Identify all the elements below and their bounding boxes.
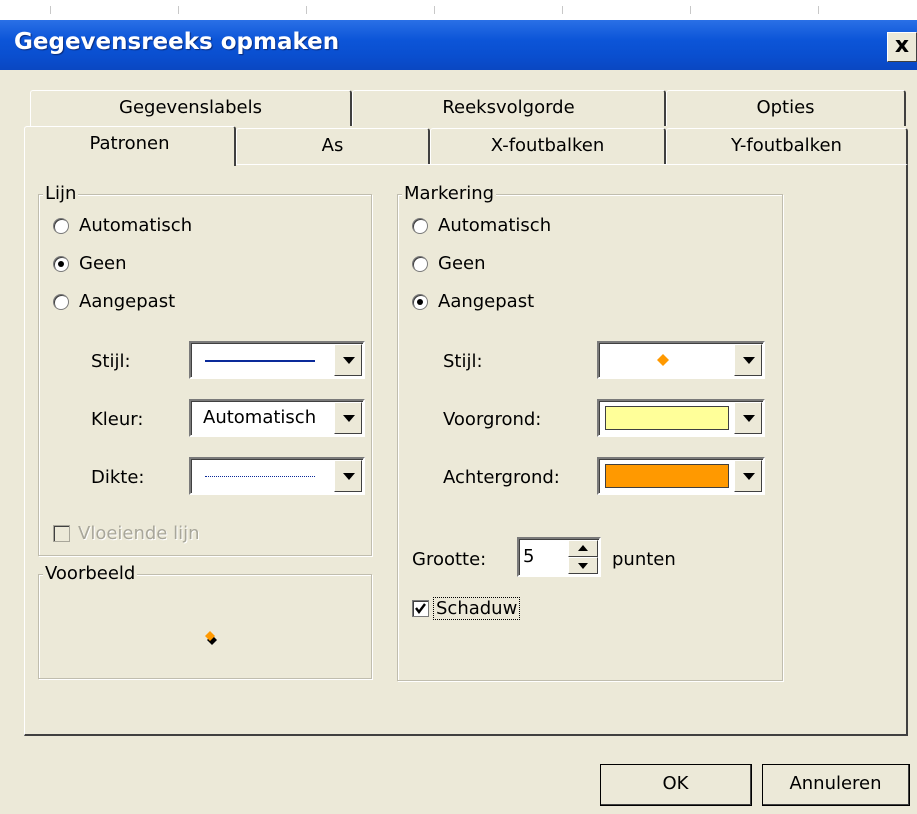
ok-button[interactable]: OK [600, 764, 752, 806]
voorgrond-label: Voorgrond: [443, 409, 542, 430]
radio-indicator[interactable] [412, 293, 428, 310]
radio-label: Geen [79, 253, 127, 274]
tab-label: Reeksvolgorde [442, 97, 575, 118]
grootte-label: Grootte: [412, 549, 487, 570]
radio-indicator[interactable] [412, 217, 428, 234]
tab-label: Gegevenslabels [119, 97, 262, 118]
chevron-down-icon[interactable] [734, 460, 762, 492]
lijn-dikte-label: Dikte: [91, 467, 145, 488]
lijn-radio-automatisch[interactable]: Automatisch [53, 215, 192, 236]
tab-patronen[interactable]: Patronen [24, 126, 236, 166]
markering-radio-automatisch[interactable]: Automatisch [412, 215, 551, 236]
lijn-dikte-dropdown[interactable] [189, 457, 365, 495]
diamond-marker-icon [657, 354, 669, 366]
close-button[interactable]: x [887, 32, 917, 62]
chevron-down-icon[interactable] [334, 402, 362, 434]
background-ruler-strip [0, 0, 917, 20]
checkbox-indicator[interactable] [412, 600, 429, 617]
voorbeeld-legend: Voorbeeld [43, 563, 138, 584]
markering-radio-geen[interactable]: Geen [412, 253, 486, 274]
schaduw-checkbox[interactable]: Schaduw [412, 597, 521, 620]
lijn-stijl-label: Stijl: [91, 351, 131, 372]
achtergrond-color-dropdown[interactable] [597, 457, 765, 495]
grootte-stepper[interactable]: 5 [517, 537, 601, 577]
radio-indicator[interactable] [53, 255, 69, 272]
radio-label: Automatisch [79, 215, 193, 236]
tab-as[interactable]: As [236, 128, 430, 164]
radio-label: Automatisch [438, 215, 552, 236]
tab-panel-patronen: Lijn Automatisch Geen Aangepast Stijl: K… [24, 164, 908, 736]
tab-label: Y-foutbalken [731, 135, 842, 156]
grootte-unit: punten [612, 549, 676, 570]
vloeiende-lijn-checkbox[interactable]: Vloeiende lijn [53, 523, 200, 544]
lijn-radio-aangepast[interactable]: Aangepast [53, 291, 175, 312]
lijn-group: Lijn Automatisch Geen Aangepast Stijl: K… [38, 183, 372, 556]
chevron-down-icon[interactable] [734, 344, 762, 376]
chevron-down-icon[interactable] [734, 402, 762, 434]
line-weight-sample [205, 476, 315, 477]
tab-reeksvolgorde[interactable]: Reeksvolgorde [352, 90, 666, 126]
window-title: Gegevensreeks opmaken [14, 29, 340, 55]
lijn-stijl-dropdown[interactable] [189, 341, 365, 379]
tab-label: As [321, 135, 344, 156]
chevron-down-icon [578, 563, 588, 569]
markering-group: Markering Automatisch Geen Aangepast Sti… [397, 183, 783, 681]
tab-label: Opties [756, 97, 815, 118]
radio-label: Aangepast [79, 291, 176, 312]
checkbox-indicator[interactable] [53, 525, 70, 542]
cancel-button[interactable]: Annuleren [762, 764, 910, 806]
chevron-down-icon[interactable] [334, 460, 362, 492]
tab-y-foutbalken[interactable]: Y-foutbalken [666, 128, 908, 164]
markering-radio-aangepast[interactable]: Aangepast [412, 291, 534, 312]
achtergrond-swatch [605, 464, 729, 488]
markering-stijl-dropdown[interactable] [597, 341, 765, 379]
lijn-kleur-label: Kleur: [91, 409, 144, 430]
radio-indicator[interactable] [53, 217, 69, 234]
tab-label: Patronen [89, 133, 170, 154]
chevron-up-icon [578, 545, 588, 551]
stepper-down-button[interactable] [568, 557, 598, 574]
checkbox-label: Vloeiende lijn [78, 523, 200, 544]
radio-indicator[interactable] [53, 293, 69, 310]
line-style-sample [205, 360, 315, 362]
chevron-down-icon[interactable] [334, 344, 362, 376]
radio-label: Aangepast [438, 291, 535, 312]
grootte-value[interactable]: 5 [523, 546, 534, 567]
checkbox-label: Schaduw [433, 597, 521, 620]
achtergrond-label: Achtergrond: [443, 467, 560, 488]
stepper-up-button[interactable] [568, 540, 598, 557]
radio-indicator[interactable] [412, 255, 428, 272]
lijn-radio-geen[interactable]: Geen [53, 253, 127, 274]
tab-opties[interactable]: Opties [666, 90, 906, 126]
voorgrond-swatch [605, 406, 729, 430]
markering-legend: Markering [402, 183, 497, 204]
radio-label: Geen [438, 253, 486, 274]
voorbeeld-group: Voorbeeld [38, 563, 372, 679]
tab-label: X-foutbalken [490, 135, 605, 156]
tab-gegevenslabels[interactable]: Gegevenslabels [30, 90, 352, 126]
markering-stijl-label: Stijl: [443, 351, 483, 372]
lijn-kleur-dropdown[interactable]: Automatisch [189, 399, 365, 437]
voorgrond-color-dropdown[interactable] [597, 399, 765, 437]
preview-marker-icon [205, 631, 217, 645]
lijn-legend: Lijn [43, 183, 79, 204]
tab-x-foutbalken[interactable]: X-foutbalken [430, 128, 666, 164]
kleur-value: Automatisch [203, 407, 317, 428]
title-bar[interactable]: Gegevensreeks opmaken x [0, 20, 917, 70]
checkmark-icon [415, 603, 426, 614]
